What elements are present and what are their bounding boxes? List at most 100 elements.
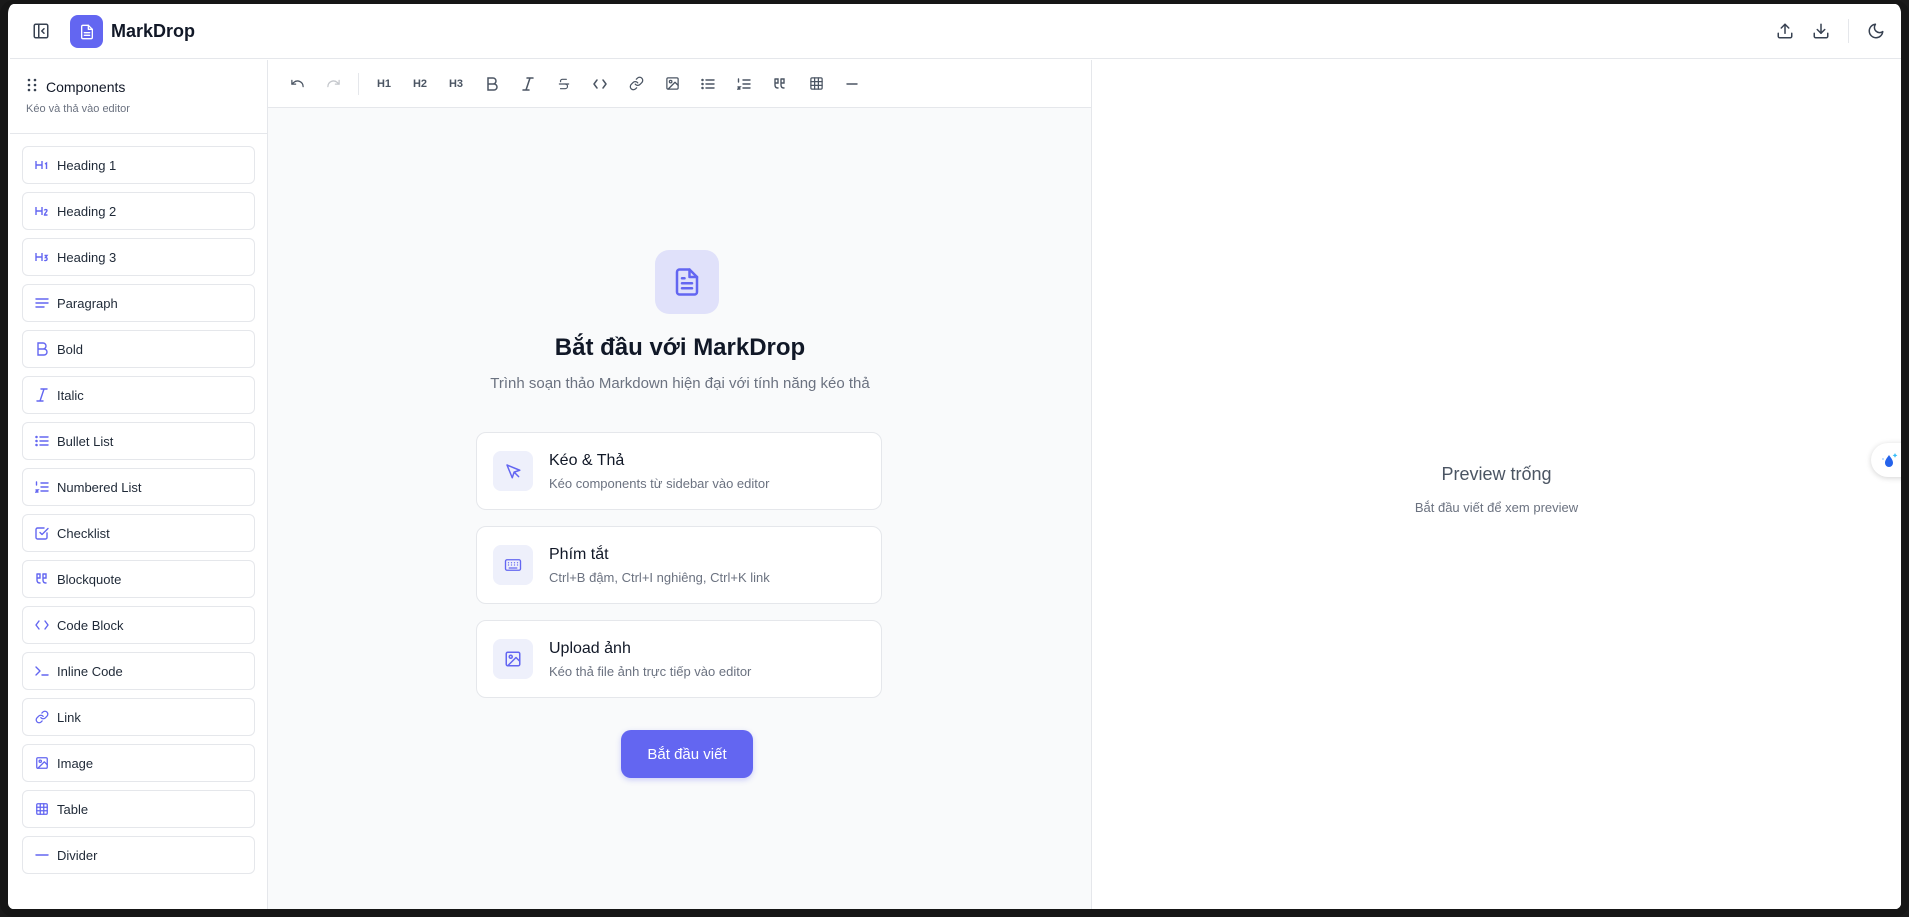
bold-icon	[35, 342, 49, 356]
component-image[interactable]: Image	[22, 744, 255, 782]
app-root: MarkDrop Components Kéo và thả vào edito…	[10, 4, 1901, 909]
heading-1-icon: H1	[376, 77, 392, 90]
link-icon[interactable]	[621, 69, 651, 99]
component-blockquote[interactable]: Blockquote	[22, 560, 255, 598]
component-label: Paragraph	[57, 295, 118, 311]
component-inline-code[interactable]: Inline Code	[22, 652, 255, 690]
component-divider[interactable]: Divider	[22, 836, 255, 874]
component-label: Divider	[57, 847, 98, 863]
code-icon[interactable]	[585, 69, 615, 99]
heading-3-icon: H3	[448, 77, 464, 90]
document-icon	[655, 250, 719, 314]
component-heading-2[interactable]: Heading 2	[22, 192, 255, 230]
component-label: Italic	[57, 387, 84, 403]
editor-panel: H1 H2 H3 Bắt đầu với MarkDrop Trình soạn…	[268, 60, 1092, 909]
component-checklist[interactable]: Checklist	[22, 514, 255, 552]
component-label: Bold	[57, 341, 84, 357]
heading-2-icon	[35, 204, 49, 218]
card-title: Upload ảnh	[549, 639, 631, 657]
code-icon	[35, 618, 49, 632]
bullet-list-icon[interactable]	[693, 69, 723, 99]
sidebar-header: Components Kéo và thả vào editor	[10, 60, 267, 134]
card-title: Kéo & Thả	[549, 451, 625, 469]
bullet-list-icon	[35, 434, 49, 448]
editor-toolbar: H1 H2 H3	[268, 60, 1091, 108]
feature-card-drag-drop: Kéo & Thả Kéo components từ sidebar vào …	[476, 432, 882, 510]
heading-1-button[interactable]: H1	[369, 69, 399, 99]
sidebar-toggle-icon[interactable]	[28, 18, 54, 44]
component-table[interactable]: Table	[22, 790, 255, 828]
cursor-icon	[493, 451, 533, 491]
image-icon[interactable]	[657, 69, 687, 99]
component-heading-1[interactable]: Heading 1	[22, 146, 255, 184]
preview-panel: Preview trống Bắt đầu viết để xem previe…	[1092, 60, 1901, 909]
download-icon[interactable]	[1808, 18, 1834, 44]
welcome-subtitle: Trình soạn thảo Markdown hiện đại với tí…	[490, 375, 870, 392]
component-paragraph[interactable]: Paragraph	[22, 284, 255, 322]
quote-icon[interactable]	[765, 69, 795, 99]
card-title: Phím tắt	[549, 545, 609, 563]
components-sidebar: Components Kéo và thả vào editor Heading…	[10, 60, 268, 909]
component-label: Numbered List	[57, 479, 142, 495]
start-writing-button[interactable]: Bắt đầu viết	[621, 730, 753, 778]
heading-3-icon	[35, 250, 49, 264]
undo-icon[interactable]	[282, 69, 312, 99]
link-icon	[35, 710, 49, 724]
component-label: Checklist	[57, 525, 110, 541]
image-icon	[35, 756, 49, 770]
component-label: Image	[57, 755, 94, 771]
feature-card-shortcuts: Phím tắt Ctrl+B đậm, Ctrl+I nghiêng, Ctr…	[476, 526, 882, 604]
table-icon[interactable]	[801, 69, 831, 99]
heading-3-button[interactable]: H3	[441, 69, 471, 99]
strikethrough-icon[interactable]	[549, 69, 579, 99]
component-list: Heading 1 Heading 2 Heading 3 Paragraph …	[10, 134, 267, 874]
heading-1-icon	[35, 158, 49, 172]
app-window: MarkDrop Components Kéo và thả vào edito…	[0, 0, 1909, 917]
component-label: Inline Code	[57, 663, 123, 679]
checklist-icon	[35, 526, 49, 540]
sidebar-title-row: Components	[26, 78, 267, 95]
component-italic[interactable]: Italic	[22, 376, 255, 414]
preview-empty-title: Preview trống	[1441, 464, 1552, 484]
component-link[interactable]: Link	[22, 698, 255, 736]
paragraph-icon	[35, 296, 49, 310]
card-description: Ctrl+B đậm, Ctrl+I nghiêng, Ctrl+K link	[549, 569, 770, 585]
terminal-icon	[35, 664, 49, 678]
card-description: Kéo components từ sidebar vào editor	[549, 475, 770, 491]
upload-icon[interactable]	[1772, 18, 1798, 44]
component-label: Table	[57, 801, 89, 817]
component-bold[interactable]: Bold	[22, 330, 255, 368]
divider-icon	[35, 848, 49, 862]
divider-icon[interactable]	[837, 69, 867, 99]
bold-icon[interactable]	[477, 69, 507, 99]
logo-document-icon	[70, 15, 103, 48]
italic-icon[interactable]	[513, 69, 543, 99]
image-icon	[493, 639, 533, 679]
toolbar-separator	[358, 72, 359, 95]
quote-icon	[35, 572, 49, 586]
moon-icon[interactable]	[1863, 18, 1889, 44]
welcome-screen: Bắt đầu với MarkDrop Trình soạn thảo Mar…	[268, 108, 1091, 909]
redo-icon[interactable]	[318, 69, 348, 99]
heading-2-button[interactable]: H2	[405, 69, 435, 99]
numbered-list-icon[interactable]	[729, 69, 759, 99]
component-label: Heading 2	[57, 203, 117, 219]
component-heading-3[interactable]: Heading 3	[22, 238, 255, 276]
card-text: Kéo & Thả Kéo components từ sidebar vào …	[549, 452, 769, 491]
heading-2-icon: H2	[412, 77, 428, 90]
component-label: Code Block	[57, 617, 124, 633]
preview-empty-subtitle: Bắt đầu viết để xem preview	[1414, 500, 1579, 515]
component-numbered-list[interactable]: Numbered List	[22, 468, 255, 506]
floating-assistant-icon[interactable]	[1871, 443, 1901, 477]
drag-handle-icon	[26, 78, 38, 95]
header-divider	[1848, 19, 1849, 43]
component-label: Heading 1	[57, 157, 117, 173]
component-bullet-list[interactable]: Bullet List	[22, 422, 255, 460]
component-label: Link	[57, 709, 81, 725]
header-actions	[1772, 18, 1889, 44]
feature-card-upload-image: Upload ảnh Kéo thả file ảnh trực tiếp và…	[476, 620, 882, 698]
component-label: Heading 3	[57, 249, 117, 265]
component-code-block[interactable]: Code Block	[22, 606, 255, 644]
keyboard-icon	[493, 545, 533, 585]
sidebar-title: Components	[46, 78, 126, 95]
